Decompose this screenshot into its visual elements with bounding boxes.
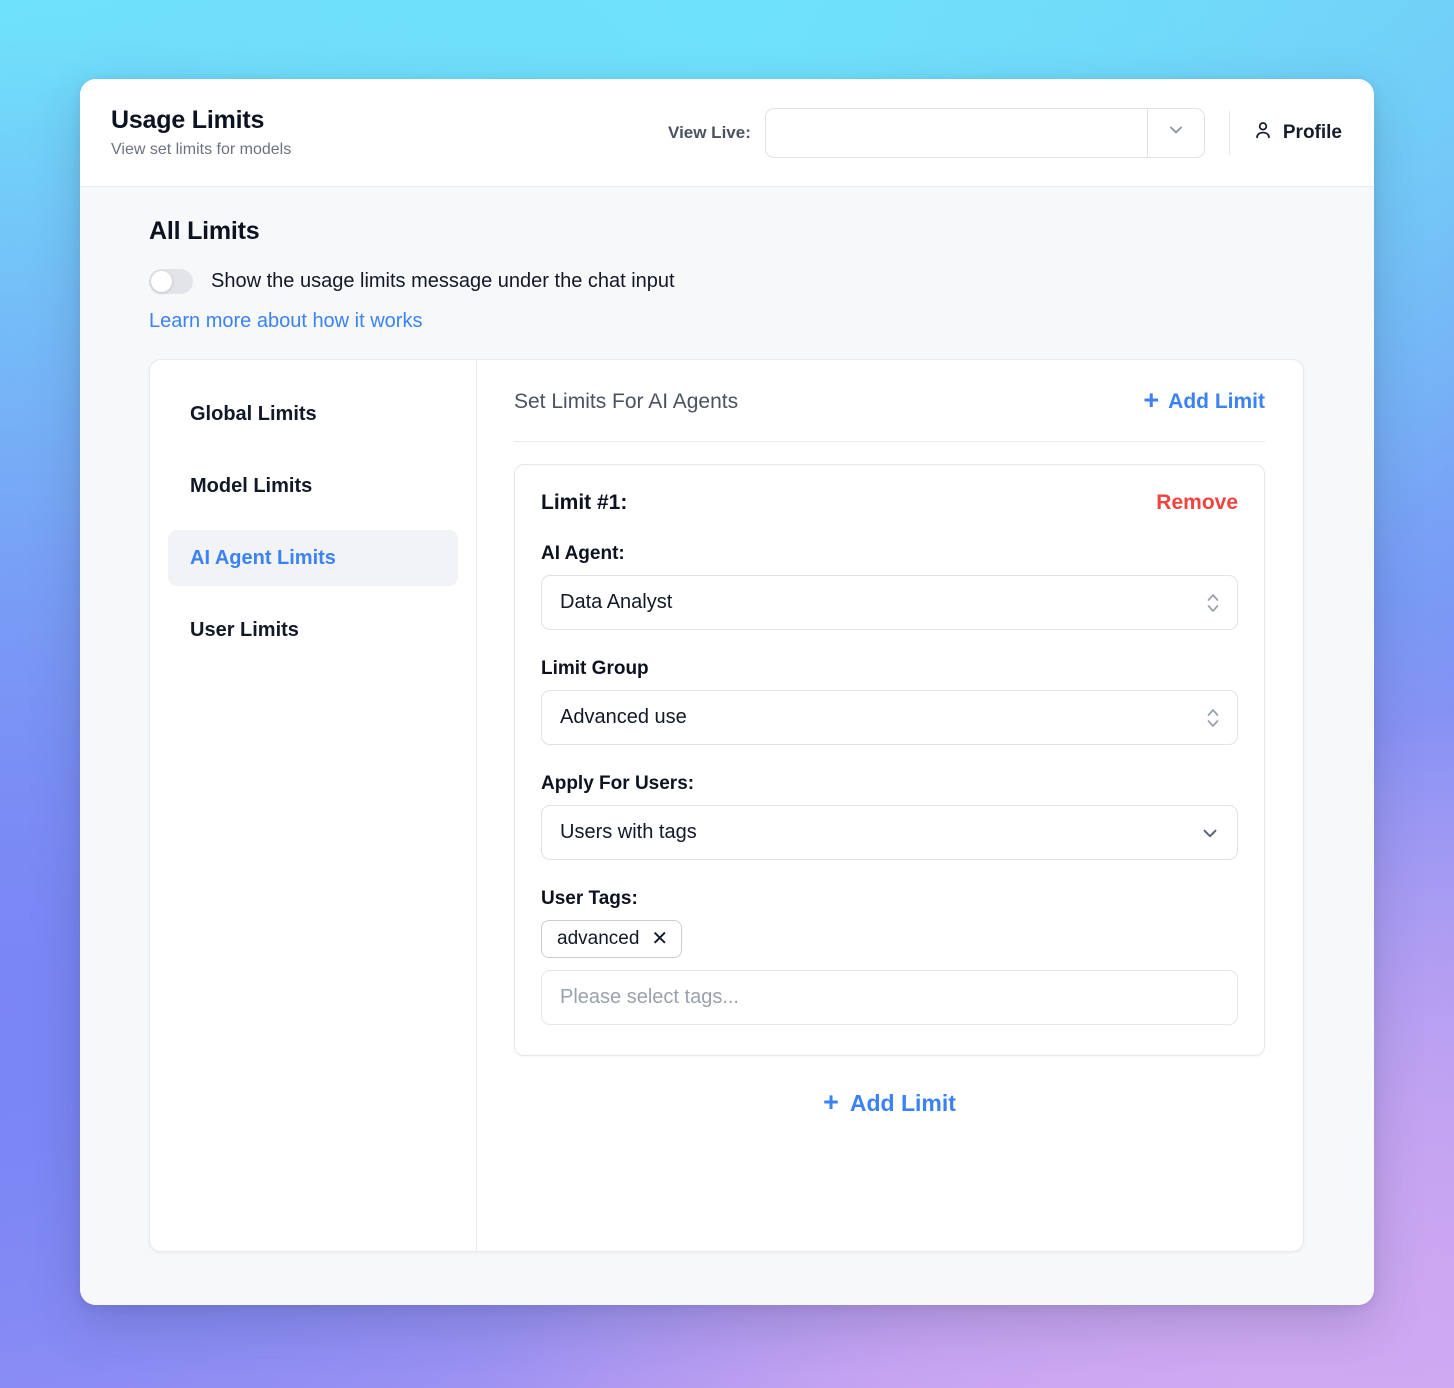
ai-agent-label: AI Agent:	[541, 543, 625, 564]
usage-limits-message-toggle[interactable]	[149, 269, 193, 294]
ai-agent-select[interactable]: Data Analyst	[541, 575, 1238, 630]
view-live-select[interactable]	[764, 107, 1205, 158]
apply-for-users-value: Users with tags	[560, 821, 697, 843]
limit-group-select[interactable]: Advanced use	[541, 690, 1238, 745]
view-live-dropdown-button[interactable]	[1146, 108, 1204, 157]
close-icon[interactable]: ✕	[651, 929, 668, 949]
sidebar-item-ai-agent-limits[interactable]: AI Agent Limits	[168, 530, 458, 586]
profile-label: Profile	[1282, 121, 1342, 143]
content-title: Set Limits For AI Agents	[514, 389, 739, 413]
chevron-down-icon	[1199, 822, 1221, 844]
user-tags-list: advanced ✕	[541, 920, 1238, 958]
profile-button[interactable]: Profile	[1252, 119, 1342, 146]
app-header: Usage Limits View set limits for models …	[80, 79, 1374, 187]
tag-chip-label: advanced	[557, 928, 640, 949]
remove-limit-button[interactable]: Remove	[1156, 491, 1238, 515]
add-limit-label-top: Add Limit	[1168, 389, 1265, 413]
page-subtitle: View set limits for models	[111, 141, 292, 159]
sidebar-item-model-limits[interactable]: Model Limits	[168, 458, 458, 514]
stepper-updown-icon	[1205, 590, 1221, 616]
limit-group-value: Advanced use	[560, 706, 687, 728]
app-window: Usage Limits View set limits for models …	[80, 79, 1374, 1305]
content-header: Set Limits For AI Agents + Add Limit	[514, 385, 1265, 442]
view-live-value[interactable]	[766, 109, 1147, 157]
plus-icon: +	[823, 1087, 839, 1117]
limit-heading: Limit #1:	[541, 491, 628, 514]
apply-for-users-select[interactable]: Users with tags	[541, 805, 1238, 860]
add-limit-button-bottom[interactable]: + Add Limit	[514, 1087, 1265, 1117]
page-title: Usage Limits	[111, 106, 265, 135]
limits-sidebar: Global Limits Model Limits AI Agent Limi…	[150, 360, 477, 1251]
user-tags-label: User Tags:	[541, 888, 638, 909]
plus-icon: +	[1143, 385, 1160, 415]
user-icon	[1252, 119, 1274, 146]
stepper-updown-icon	[1205, 705, 1221, 731]
limit-group-label: Limit Group	[541, 658, 649, 679]
limit-card: Limit #1: Remove AI Agent: Data Analyst	[514, 464, 1265, 1056]
tag-chip[interactable]: advanced ✕	[541, 920, 683, 958]
learn-more-link[interactable]: Learn more about how it works	[149, 310, 422, 333]
header-right: View Live: Profile	[668, 107, 1342, 158]
apply-for-users-label: Apply For Users:	[541, 773, 695, 794]
add-limit-label-bottom: Add Limit	[849, 1090, 956, 1116]
user-tags-input[interactable]: Please select tags...	[541, 970, 1238, 1025]
chevron-down-icon	[1166, 120, 1186, 145]
toggle-knob	[151, 271, 172, 292]
usage-limits-message-row: Show the usage limits message under the …	[149, 269, 1338, 294]
limits-panel: Global Limits Model Limits AI Agent Limi…	[149, 359, 1304, 1252]
ai-agent-value: Data Analyst	[560, 591, 673, 613]
view-live-label: View Live:	[668, 122, 751, 142]
section-title: All Limits	[149, 217, 260, 245]
header-titles: Usage Limits View set limits for models	[111, 105, 291, 159]
limit-card-header: Limit #1: Remove	[541, 491, 1238, 515]
add-limit-button-top[interactable]: + Add Limit	[1143, 385, 1265, 415]
sidebar-item-global-limits[interactable]: Global Limits	[168, 386, 458, 442]
usage-limits-message-label: Show the usage limits message under the …	[211, 270, 675, 292]
header-divider	[1228, 110, 1230, 155]
sidebar-item-user-limits[interactable]: User Limits	[168, 602, 458, 658]
page-body: All Limits Show the usage limits message…	[80, 187, 1374, 1305]
limits-content: Set Limits For AI Agents + Add Limit Lim…	[477, 360, 1303, 1251]
